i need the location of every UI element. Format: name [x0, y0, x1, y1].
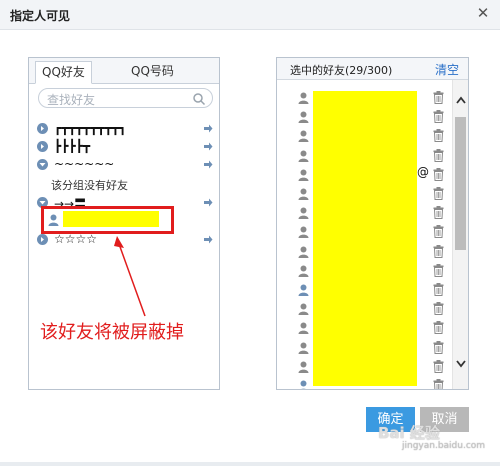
add-group-arrow-icon[interactable]	[204, 142, 213, 151]
user-icon	[298, 303, 309, 316]
search-icon[interactable]	[192, 92, 206, 106]
trash-icon[interactable]	[433, 187, 444, 200]
selected-count: 选中的好友(29/300)	[290, 64, 393, 77]
annotation-text: 该好友将被屏蔽掉	[40, 322, 184, 343]
group-row[interactable]: ┏┳┳┳┳┳┳┳┳┓	[37, 120, 213, 138]
trash-icon[interactable]	[433, 340, 444, 354]
tab-qq-number[interactable]: QQ号码	[125, 61, 180, 84]
scroll-up-icon[interactable]	[456, 96, 466, 104]
tab-qq-friends[interactable]: QQ好友	[35, 61, 92, 84]
trash-icon[interactable]	[433, 283, 444, 296]
user-icon	[298, 207, 309, 220]
add-group-arrow-icon[interactable]	[204, 124, 213, 133]
bottom-divider	[0, 462, 500, 466]
add-group-arrow-icon[interactable]	[204, 198, 213, 207]
user-icon	[298, 188, 309, 200]
trash-icon[interactable]	[433, 225, 444, 239]
group-row[interactable]: ┣┣┣┣┳	[37, 138, 213, 156]
friend-tabs: QQ好友 QQ号码	[29, 58, 219, 84]
trash-icon[interactable]	[433, 129, 444, 143]
user-icon	[300, 380, 307, 389]
trash-icon[interactable]	[433, 379, 444, 390]
expand-icon[interactable]	[37, 141, 48, 152]
user-icon	[298, 284, 309, 296]
watermark-sub: jingyan.baidu.com	[402, 441, 486, 451]
user-icon	[298, 92, 309, 104]
annotation-arrow-icon	[114, 236, 146, 317]
redacted-names-block	[313, 91, 417, 386]
trash-icon[interactable]	[433, 206, 444, 220]
trash-icon[interactable]	[433, 167, 444, 181]
empty-group-note: 该分组没有好友	[51, 179, 128, 192]
user-icon	[298, 130, 309, 143]
scroll-down-icon[interactable]	[456, 360, 466, 368]
dialog-title: 指定人可见	[10, 9, 71, 23]
user-icon	[298, 226, 309, 239]
group-name: ┣┣┣┣┳	[54, 139, 91, 153]
collapse-icon[interactable]	[37, 159, 48, 170]
user-icon	[298, 265, 309, 277]
group-name: ┏┳┳┳┳┳┳┳┳┓	[54, 121, 127, 135]
user-icon	[298, 361, 309, 373]
friend-search-input[interactable]: 查找好友	[38, 88, 213, 108]
trash-icon[interactable]	[433, 302, 444, 316]
watermark-text: Bai 经验	[378, 424, 440, 442]
watermark: Bai 经验 jingyan.baidu.com	[378, 422, 485, 451]
at-symbol: @	[417, 165, 429, 179]
expand-icon[interactable]	[37, 123, 48, 134]
add-group-arrow-icon[interactable]	[204, 235, 213, 244]
search-placeholder: 查找好友	[47, 93, 96, 107]
user-icon	[298, 246, 309, 258]
scroll-thumb[interactable]	[455, 117, 466, 250]
trash-icon[interactable]	[433, 110, 444, 124]
group-row[interactable]: ~~~~~~	[37, 156, 213, 174]
scrollbar[interactable]	[452, 80, 468, 389]
user-icon	[298, 169, 309, 181]
trash-icon[interactable]	[433, 359, 444, 373]
trash-icon[interactable]	[433, 321, 444, 335]
trash-icon[interactable]	[433, 244, 444, 258]
group-name: ☆☆☆☆	[54, 232, 98, 246]
group-name: ~~~~~~	[54, 157, 115, 171]
add-group-arrow-icon[interactable]	[204, 160, 213, 169]
selected-header: 选中的好友(29/300) 清空	[277, 58, 468, 80]
close-icon[interactable]: ✕	[476, 6, 490, 21]
selected-friends-panel: 选中的好友(29/300) 清空 @	[276, 57, 469, 390]
user-icon	[298, 322, 309, 335]
dialog-title-bar: 指定人可见 ✕	[0, 0, 500, 30]
user-icon	[298, 150, 309, 162]
trash-icon[interactable]	[433, 91, 444, 104]
clear-button[interactable]: 清空	[435, 61, 459, 78]
user-icon	[298, 111, 309, 124]
user-icon	[298, 342, 309, 354]
highlight-box	[41, 206, 174, 234]
trash-icon[interactable]	[433, 263, 444, 277]
expand-icon[interactable]	[37, 234, 48, 245]
trash-icon[interactable]	[433, 148, 444, 162]
